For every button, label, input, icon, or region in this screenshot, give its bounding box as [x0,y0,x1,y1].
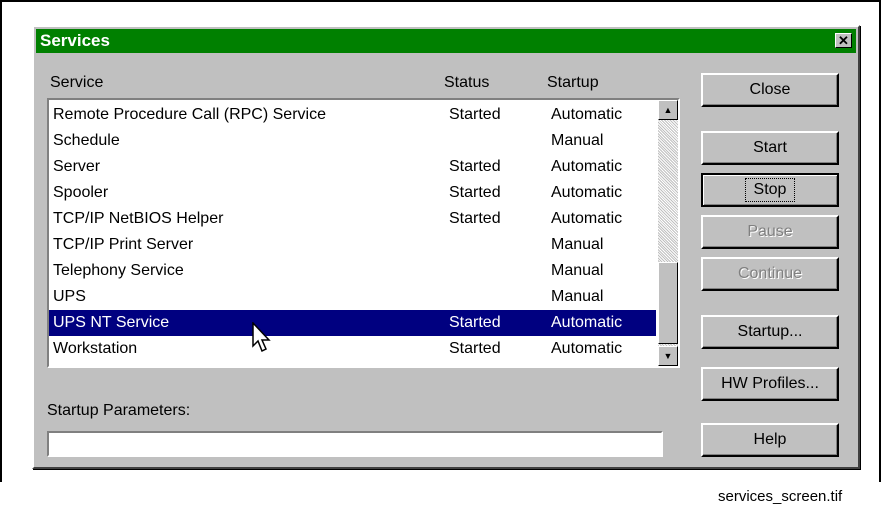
figure-border-top [0,0,881,2]
services-dialog: Services ✕ Service Status Startup Remote… [32,25,860,469]
service-status: Started [449,314,501,331]
service-name: Telephony Service [53,262,184,279]
close-button[interactable]: Close [701,73,839,107]
service-startup-type: Automatic [551,314,623,331]
stop-button-label: Stop [744,178,796,202]
services-rows: Remote Procedure Call (RPC) Service Start… [49,102,656,362]
service-name: Schedule [53,132,120,149]
table-row[interactable]: Remote Procedure Call (RPC) Service Start… [49,102,656,128]
column-header-status[interactable]: Status [444,74,489,92]
service-startup-type: Automatic [551,184,623,201]
table-row[interactable]: TCP/IP NetBIOS Helper Started Automatic [49,206,656,232]
help-button[interactable]: Help [701,423,839,457]
table-row[interactable]: Server Started Automatic [49,154,656,180]
service-startup-type: Manual [551,236,604,253]
service-status: Started [449,106,501,123]
service-startup-type: Manual [551,132,604,149]
service-name: UPS NT Service [53,314,170,331]
service-startup-type: Manual [551,262,604,279]
table-row[interactable]: UPS NT Service Started Automatic [49,310,656,336]
image-caption: services_screen.tif [718,488,843,505]
scroll-up-arrow-icon[interactable]: ▲ [658,100,678,120]
service-status: Started [449,340,501,357]
service-startup-type: Automatic [551,210,623,227]
service-name: TCP/IP Print Server [53,236,194,253]
vertical-scrollbar[interactable]: ▲ ▼ [658,100,678,366]
continue-button[interactable]: Continue [701,257,839,291]
figure-border-left [0,0,2,482]
startup-parameters-input[interactable] [47,431,663,457]
hw-profiles-button[interactable]: HW Profiles... [701,367,839,401]
table-row[interactable]: Telephony Service Manual [49,258,656,284]
service-startup-type: Manual [551,288,604,305]
service-status: Started [449,158,501,175]
table-row[interactable]: UPS Manual [49,284,656,310]
scroll-thumb[interactable] [658,262,678,344]
table-row[interactable]: Schedule Manual [49,128,656,154]
service-name: Workstation [53,340,138,357]
table-row[interactable]: Spooler Started Automatic [49,180,656,206]
pause-button[interactable]: Pause [701,215,839,249]
mouse-pointer-icon [252,322,271,353]
window-title: Services [40,31,110,50]
start-button[interactable]: Start [701,131,839,165]
service-status: Started [449,210,501,227]
stop-button[interactable]: Stop [701,173,839,207]
title-bar: Services ✕ [36,29,856,53]
column-header-startup[interactable]: Startup [547,74,599,92]
service-startup-type: Automatic [551,158,623,175]
scroll-down-arrow-icon[interactable]: ▼ [658,346,678,366]
service-status: Started [449,184,501,201]
service-name: Server [53,158,101,175]
startup-button[interactable]: Startup... [701,315,839,349]
close-icon[interactable]: ✕ [835,33,852,48]
startup-parameters-label: Startup Parameters: [47,402,191,419]
service-name: UPS [53,288,86,305]
service-startup-type: Automatic [551,340,623,357]
table-row[interactable]: Workstation Started Automatic [49,336,656,362]
service-name: Remote Procedure Call (RPC) Service [53,106,326,123]
service-startup-type: Automatic [551,106,623,123]
table-row[interactable]: TCP/IP Print Server Manual [49,232,656,258]
service-name: Spooler [53,184,109,201]
services-list[interactable]: Remote Procedure Call (RPC) Service Start… [47,98,680,368]
column-header-service[interactable]: Service [50,74,103,92]
service-name: TCP/IP NetBIOS Helper [53,210,224,227]
